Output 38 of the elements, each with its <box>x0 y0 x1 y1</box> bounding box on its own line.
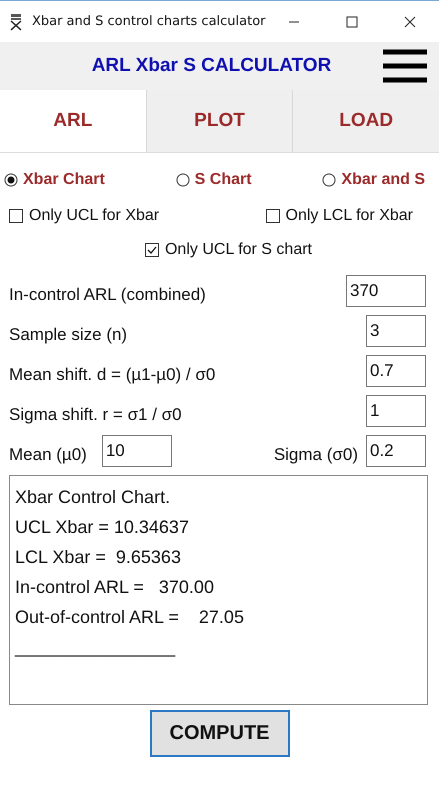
app-title: ARL Xbar S CALCULATOR <box>90 55 332 77</box>
field-label: Sigma shift. r = σ1 / σ0 <box>9 404 182 425</box>
output-line: Out-of-control ARL = 27.05 <box>15 606 245 629</box>
close-icon[interactable] <box>404 16 416 28</box>
output-line: Xbar Control Chart. <box>15 486 172 509</box>
field-label: In-control ARL (combined) <box>9 284 206 305</box>
input-field[interactable]: 3 <box>366 315 426 347</box>
radio-button[interactable] <box>322 173 336 187</box>
checkbox-label[interactable]: Only UCL for S chart <box>164 241 312 259</box>
output-line: In-control ARL = 370.00 <box>15 576 215 599</box>
input-field[interactable]: 1 <box>366 395 426 427</box>
radio-button[interactable] <box>4 173 18 187</box>
input-field[interactable]: 0.2 <box>366 435 426 467</box>
radio-label[interactable]: Xbar and S <box>341 171 425 189</box>
maximize-icon[interactable] <box>346 16 358 28</box>
checkbox[interactable] <box>144 243 159 257</box>
output-line: UCL Xbar = 10.34637 <box>15 516 190 539</box>
tab[interactable]: ARL <box>0 90 146 152</box>
output-line: LCL Xbar = 9.65363 <box>15 546 182 569</box>
input-field[interactable]: 370 <box>346 275 426 307</box>
checkbox[interactable] <box>266 209 280 223</box>
field-label: Mean (µ0) <box>9 444 87 465</box>
window-title: Xbar and S control charts calculator <box>32 14 266 29</box>
input-field[interactable]: 0.7 <box>366 355 426 387</box>
field-label: Sample size (n) <box>9 324 128 345</box>
radio-label[interactable]: Xbar Chart <box>23 171 105 189</box>
checkbox-label[interactable]: Only LCL for Xbar <box>286 207 413 225</box>
field-label: Mean shift. d = (µ1-µ0) / σ0 <box>9 364 216 385</box>
checkbox-label[interactable]: Only UCL for Xbar <box>29 207 160 225</box>
field-label: Sigma (σ0) <box>274 444 358 465</box>
compute-button[interactable]: COMPUTE <box>150 710 290 757</box>
radio-label[interactable]: S Chart <box>194 171 252 189</box>
checkbox[interactable] <box>9 209 23 223</box>
input-field[interactable]: 10 <box>102 435 172 467</box>
output-line: ________________ <box>15 636 176 659</box>
app-icon <box>8 12 24 30</box>
menu-icon[interactable] <box>383 49 427 83</box>
radio-button[interactable] <box>176 173 190 187</box>
